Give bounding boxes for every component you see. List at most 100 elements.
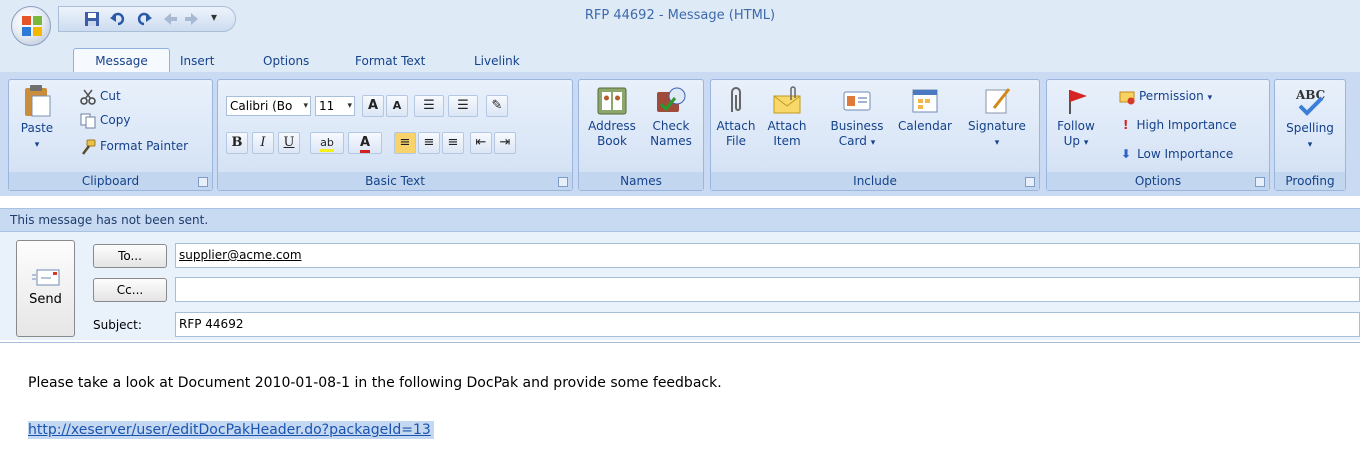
business-card-button[interactable]: Business Card ▾	[827, 86, 887, 151]
signature-button[interactable]: Signature ▾	[961, 86, 1033, 151]
proofing-group: ABC Spelling ▾ Proofing	[1274, 79, 1346, 191]
attach-file-button[interactable]: Attach File	[715, 86, 757, 149]
align-center-button[interactable]: ≡	[418, 132, 440, 154]
font-size-value: 11	[319, 99, 335, 113]
align-left-button[interactable]: ≡	[394, 132, 416, 154]
font-name-value: Calibri (Bo	[230, 99, 293, 113]
shrink-font-button[interactable]: A	[386, 95, 408, 117]
address-book-icon	[597, 87, 627, 115]
tab-insert[interactable]: Insert	[180, 50, 214, 72]
chevron-down-icon: ▾	[303, 101, 308, 111]
font-name-dropdown[interactable]: Calibri (Bo ▾	[226, 96, 311, 116]
format-painter-button[interactable]: Format Painter	[80, 136, 188, 156]
subject-label: Subject:	[93, 318, 142, 332]
high-importance-label: High Importance	[1136, 118, 1237, 132]
address-book-label-2: Book	[597, 134, 627, 148]
basic-text-group: Calibri (Bo ▾ 11 ▾ A A ☰ ☰ ✎ B I U ab A …	[217, 79, 573, 191]
message-body[interactable]	[0, 342, 1360, 473]
include-group: Attach File Attach Item Business Card ▾ …	[710, 79, 1040, 191]
numbering-button[interactable]: ☰	[448, 95, 478, 117]
underline-button[interactable]: U	[278, 132, 300, 154]
spelling-icon: ABC	[1295, 88, 1325, 116]
basic-text-dialog-launcher[interactable]	[558, 177, 568, 187]
options-dialog-launcher[interactable]	[1255, 177, 1265, 187]
clipboard-group: Paste ▾ Cut Copy Format Painter Clipboar…	[8, 79, 213, 191]
paste-button[interactable]: Paste ▾	[17, 84, 57, 153]
attach-item-label-1: Attach	[767, 119, 807, 133]
tab-format-text[interactable]: Format Text	[355, 50, 425, 72]
increase-indent-button[interactable]: ⇥	[494, 132, 516, 154]
address-book-label-1: Address	[588, 119, 636, 133]
spelling-label: Spelling	[1286, 121, 1334, 135]
attach-file-label-1: Attach	[716, 119, 756, 133]
align-right-button[interactable]: ≡	[442, 132, 464, 154]
down-arrow-icon: ⬇	[1121, 147, 1132, 161]
font-color-button[interactable]: A	[348, 132, 382, 154]
copy-button[interactable]: Copy	[80, 110, 130, 130]
cc-button[interactable]: Cc...	[93, 278, 167, 302]
calendar-button[interactable]: Calendar	[891, 86, 959, 134]
high-importance-button[interactable]: ! High Importance	[1119, 115, 1237, 135]
cc-field[interactable]	[175, 277, 1360, 302]
check-names-icon	[657, 87, 686, 112]
clear-formatting-icon[interactable]: ✎	[486, 95, 508, 117]
subject-field[interactable]: RFP 44692	[175, 312, 1360, 337]
body-text: Please take a look at Document 2010-01-0…	[28, 375, 722, 391]
chevron-down-icon: ▾	[870, 138, 876, 148]
chevron-down-icon: ▾	[347, 101, 352, 111]
attach-item-button[interactable]: Attach Item	[761, 86, 813, 149]
include-group-label: Include	[711, 172, 1039, 190]
body-link[interactable]: http://xeserver/user/editDocPakHeader.do…	[28, 421, 434, 439]
calendar-label: Calendar	[898, 119, 952, 133]
highlight-button[interactable]: ab	[310, 132, 344, 154]
check-names-button[interactable]: Check Names	[643, 86, 699, 149]
attach-file-label-2: File	[725, 134, 747, 148]
font-size-dropdown[interactable]: 11 ▾	[315, 96, 355, 116]
grow-font-button[interactable]: A	[362, 95, 384, 117]
chevron-down-icon: ▾	[994, 138, 1000, 148]
spelling-button[interactable]: ABC Spelling ▾	[1279, 86, 1341, 153]
permission-icon	[1119, 91, 1135, 104]
clipboard-group-label: Clipboard	[9, 172, 212, 190]
address-book-button[interactable]: Address Book	[583, 86, 641, 149]
follow-up-label-1: Follow	[1057, 119, 1095, 133]
low-importance-button[interactable]: ⬇ Low Importance	[1119, 144, 1233, 164]
permission-button[interactable]: Permission ▾	[1119, 86, 1212, 106]
signature-icon	[985, 88, 1011, 114]
send-envelope-icon	[31, 269, 59, 286]
tab-livelink[interactable]: Livelink	[474, 50, 520, 72]
basic-text-group-label: Basic Text	[218, 172, 572, 190]
low-importance-label: Low Importance	[1137, 147, 1234, 161]
follow-up-button[interactable]: Follow Up ▾	[1051, 86, 1101, 151]
calendar-icon	[912, 89, 938, 113]
signature-label: Signature	[968, 119, 1026, 133]
clipboard-dialog-launcher[interactable]	[198, 177, 208, 187]
business-card-icon	[843, 91, 871, 111]
chevron-down-icon: ▾	[1207, 93, 1213, 103]
bold-button[interactable]: B	[226, 132, 248, 154]
to-field[interactable]: supplier@acme.com	[175, 243, 1360, 268]
info-bar: This message has not been sent.	[0, 208, 1360, 232]
attach-item-icon	[773, 86, 801, 114]
office-logo-icon	[22, 16, 42, 36]
names-group-label: Names	[579, 172, 703, 190]
check-names-label-2: Names	[650, 134, 692, 148]
tab-options[interactable]: Options	[263, 50, 309, 72]
bullets-button[interactable]: ☰	[414, 95, 444, 117]
to-button[interactable]: To...	[93, 244, 167, 268]
decrease-indent-button[interactable]: ⇤	[470, 132, 492, 154]
permission-label: Permission	[1139, 89, 1204, 103]
send-button[interactable]: Send	[16, 240, 75, 337]
to-recipient[interactable]: supplier@acme.com	[179, 248, 302, 262]
names-group: Address Book Check Names Names	[578, 79, 704, 191]
paste-icon	[25, 85, 51, 117]
office-button[interactable]	[11, 6, 51, 46]
business-card-label-1: Business	[830, 119, 884, 133]
exclamation-icon: !	[1123, 118, 1129, 132]
cut-button[interactable]: Cut	[80, 86, 121, 106]
include-dialog-launcher[interactable]	[1025, 177, 1035, 187]
scissors-icon	[80, 89, 96, 105]
paperclip-icon	[731, 87, 741, 112]
italic-button[interactable]: I	[252, 132, 274, 154]
tab-message[interactable]: Message	[73, 48, 170, 73]
